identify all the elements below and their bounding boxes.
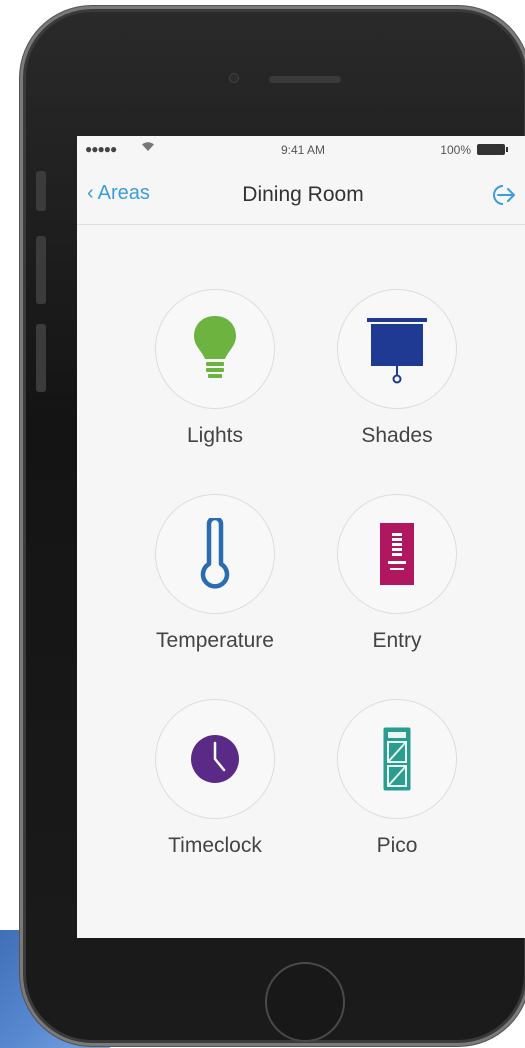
keypad-icon bbox=[380, 523, 414, 585]
home-button[interactable] bbox=[265, 962, 345, 1042]
battery-icon bbox=[477, 144, 508, 155]
clock-icon bbox=[191, 735, 239, 783]
earpiece-speaker bbox=[269, 76, 341, 83]
tile-label: Lights bbox=[186, 424, 244, 447]
tile-label: Entry bbox=[372, 629, 422, 652]
tile-label: Timeclock bbox=[168, 834, 262, 857]
tile-entry[interactable]: Entry bbox=[322, 494, 472, 653]
tile-circle bbox=[337, 494, 457, 614]
tile-pico[interactable]: Pico bbox=[322, 699, 472, 858]
shade-icon bbox=[367, 318, 427, 384]
tile-temperature[interactable]: Temperature bbox=[140, 494, 290, 653]
app-screen: ●●●●● 9:41 AM 100% ‹ Areas Dining Room L… bbox=[77, 136, 525, 938]
pico-remote-icon bbox=[383, 727, 411, 791]
tile-shades[interactable]: Shades bbox=[322, 289, 472, 448]
tile-label: Pico bbox=[376, 834, 418, 857]
tile-circle bbox=[155, 289, 275, 409]
tile-circle bbox=[155, 699, 275, 819]
tile-circle bbox=[337, 289, 457, 409]
tile-timeclock[interactable]: Timeclock bbox=[140, 699, 290, 858]
tile-label: Shades bbox=[361, 424, 433, 447]
volume-down-button bbox=[36, 324, 46, 392]
exit-icon[interactable] bbox=[487, 181, 517, 209]
tile-lights[interactable]: Lights bbox=[140, 289, 290, 448]
volume-up-button bbox=[36, 236, 46, 304]
battery-percent: 100% bbox=[440, 143, 471, 157]
phone-frame: ●●●●● 9:41 AM 100% ‹ Areas Dining Room L… bbox=[20, 6, 525, 1046]
mute-switch bbox=[36, 171, 46, 211]
tile-circle bbox=[155, 494, 275, 614]
status-bar: ●●●●● 9:41 AM 100% bbox=[77, 136, 525, 166]
tile-label: Temperature bbox=[156, 629, 274, 652]
thermometer-icon bbox=[200, 518, 230, 589]
tile-circle bbox=[337, 699, 457, 819]
front-camera bbox=[230, 74, 238, 82]
navigation-bar: ‹ Areas Dining Room bbox=[77, 166, 525, 225]
lightbulb-icon bbox=[194, 316, 236, 378]
page-title: Dining Room bbox=[242, 183, 364, 206]
